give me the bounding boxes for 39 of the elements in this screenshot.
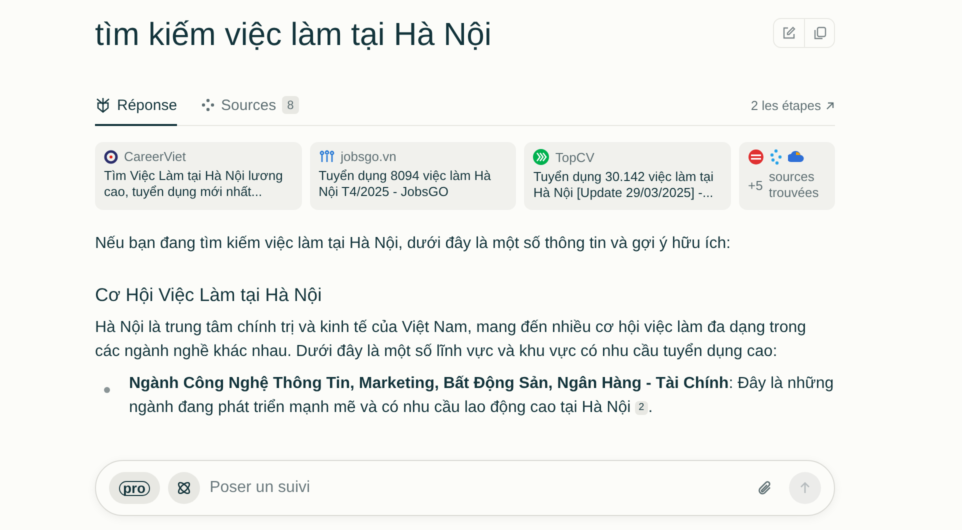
followup-field[interactable]: pro Poser un suivi xyxy=(95,460,835,516)
more-label: sources trouvées xyxy=(768,169,820,201)
cloud-logo-icon xyxy=(788,149,804,165)
intro-text: Nếu bạn đang tìm kiếm việc làm tại Hà Nội, dưới đây là một số thông tin và gợi ý hữu ích: xyxy=(95,234,732,254)
source-card[interactable]: TopCV Tuyển dụng 30.142 việc làm tại Hà Nội [Update 29/03/2025] -... xyxy=(524,142,732,210)
answer-icon xyxy=(95,97,111,113)
bullet-icon xyxy=(104,387,110,393)
source-site: CareerViet xyxy=(124,149,186,164)
dots-icon xyxy=(201,98,216,112)
atom-icon xyxy=(176,480,192,496)
page-title: tìm kiếm việc làm tại Hà Nội xyxy=(95,15,492,54)
tab[interactable]: Sources 8 xyxy=(201,86,299,126)
source-title: Tuyển dụng 30.142 việc làm tại Hà Nội [Update 29/03/2025] -... xyxy=(533,169,715,201)
focus-button[interactable] xyxy=(168,472,200,504)
bullet-text: Ngành Công Nghệ Thông Tin, Marketing, Bất Động Sản, Ngân Hàng - Tài Chính: Đây là những ngành đang phát triển mạnh mẽ và có nhu cầu lao động cao tại Hà Nội 2 . xyxy=(129,374,835,418)
stripes-logo-icon xyxy=(533,149,550,165)
more-count: +5 xyxy=(748,178,763,192)
citation-badge[interactable]: 2 xyxy=(634,401,648,415)
tab[interactable]: Réponse xyxy=(95,86,178,126)
source-site: jobsgo.vn xyxy=(340,149,396,164)
people-logo-icon xyxy=(318,150,335,164)
source-card[interactable]: jobsgo.vn Tuyển dụng 8094 việc làm Hà Nội T4/2025 - JobsGO xyxy=(310,142,516,210)
no-entry-logo-icon xyxy=(748,149,764,165)
c-logo-icon xyxy=(104,150,118,164)
source-title: Tuyển dụng 8094 việc làm Hà Nội T4/2025 - JobsGO xyxy=(318,168,492,200)
edit-icon xyxy=(782,26,796,40)
pro-toggle[interactable]: pro xyxy=(109,472,160,504)
source-title: Tìm Việc Làm tại Hà Nội lương cao, tuyển dụng mới nhất... xyxy=(104,168,284,200)
source-card[interactable]: CareerViet Tìm Việc Làm tại Hà Nội lương cao, tuyển dụng mới nhất... xyxy=(95,142,302,210)
arrow-up-icon xyxy=(799,482,811,494)
count-badge: 8 xyxy=(282,96,299,114)
paragraph: Hà Nội là trung tâm chính trị và kinh tế của Việt Nam, mang đến nhiều cơ hội việc làm đa dạng trong các ngành nghề khác nhau. Dưới đây là một số lĩnh vực và khu vực có nhu cầu tuyển dụng cao: xyxy=(95,318,808,362)
copy-icon xyxy=(812,26,826,40)
arrow-up-right-icon xyxy=(825,100,835,110)
paperclip-icon xyxy=(757,480,773,496)
sparkle-logo-icon xyxy=(768,149,784,165)
source-site: TopCV xyxy=(555,150,594,164)
section-heading: Cơ Hội Việc Làm tại Hà Nội xyxy=(95,283,323,307)
steps-link[interactable]: 2 les étapes xyxy=(750,98,835,113)
